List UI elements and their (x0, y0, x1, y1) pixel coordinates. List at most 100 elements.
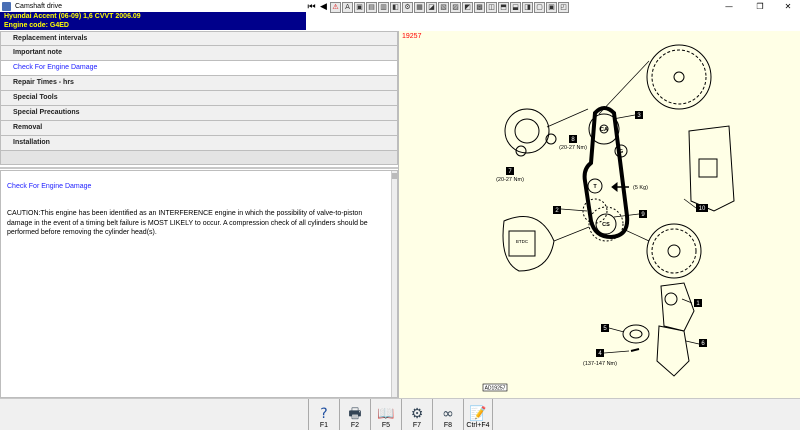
cam-detail-leader (598, 60, 650, 115)
pulley-detail-inner (514, 118, 540, 144)
tool-13-icon[interactable]: ⬒ (498, 1, 509, 13)
tool-7-icon[interactable]: ◪ (426, 1, 437, 13)
diagram-code: AD19257 (485, 386, 506, 392)
tool-16-icon[interactable]: ▢ (534, 1, 545, 13)
block-window (698, 158, 718, 178)
tension-label: (5 Kg) (633, 185, 648, 191)
crank-gear-hub (667, 244, 681, 258)
belt-key-label: F8 (443, 422, 453, 429)
help-key-label: F1 (319, 422, 329, 429)
pane-divider[interactable] (0, 167, 398, 169)
pulley-leader (546, 108, 589, 128)
tool-11-icon[interactable]: ▩ (474, 1, 485, 13)
tool-3-icon[interactable]: ▥ (378, 1, 389, 13)
tool-4-icon[interactable]: ◧ (390, 1, 401, 13)
app-icon (2, 1, 11, 11)
torque-label-4: (137-147 Nm) (583, 361, 617, 367)
notes-key-label: Ctrl+F4 (466, 422, 490, 429)
crank-gear-teeth (651, 228, 697, 274)
tool-6-icon[interactable]: ▦ (414, 1, 425, 13)
tool-14-icon[interactable]: ⬓ (510, 1, 521, 13)
timing-belt-diagram: 3 2 8 7 9 10 1 5 6 4 CA T G CS (20-27 Nm… (482, 44, 735, 392)
gear-icon: ⚙ (410, 406, 424, 422)
crank-gear-detail (646, 223, 702, 279)
print-key-label: F2 (350, 422, 360, 429)
cam-gear-teeth (651, 49, 707, 105)
leader-2 (560, 208, 588, 212)
first-page-icon[interactable]: ⏮ (306, 2, 317, 13)
tool-2-icon[interactable]: ▤ (366, 1, 377, 13)
callout-10: 10 (699, 206, 706, 212)
close-button[interactable]: ✕ (776, 0, 800, 12)
prev-page-icon[interactable]: ◀ (318, 2, 329, 13)
printer-icon: 🖶 (348, 406, 362, 422)
menu-item-special-precautions[interactable]: Special Precautions (0, 106, 398, 121)
menu-item-check-engine-damage[interactable]: Check For Engine Damage (0, 61, 398, 76)
tool-5-icon[interactable]: ⚙ (402, 1, 413, 13)
restore-button[interactable]: ❐ (748, 0, 772, 12)
menu-item-special-tools[interactable]: Special Tools (0, 91, 398, 106)
function-bar: ? F1 🖶 F2 📖 F5 ⚙ F7 ∞ F8 📝 Ctrl+F4 (0, 398, 800, 430)
tool-8-icon[interactable]: ▧ (438, 1, 449, 13)
book-key[interactable]: 📖 F5 (370, 399, 401, 430)
crank-leader (553, 226, 590, 242)
tool-10-icon[interactable]: ◩ (462, 1, 473, 13)
warning-icon[interactable]: ⚠ (330, 1, 341, 13)
tool-12-icon[interactable]: ◫ (486, 1, 497, 13)
crank-pulley-5-bore (629, 329, 643, 339)
content-heading: Check For Engine Damage (7, 183, 92, 190)
help-icon: ? (320, 406, 328, 422)
tool-15-icon[interactable]: ◨ (522, 1, 533, 13)
help-key[interactable]: ? F1 (308, 399, 339, 430)
crank-gear-leader (622, 228, 650, 242)
menu-item-installation[interactable]: Installation (0, 136, 398, 151)
crank-pulley-5 (622, 324, 650, 344)
scrollbar-thumb[interactable] (392, 173, 397, 179)
content-pane: Check For Engine Damage CAUTION:This eng… (0, 170, 398, 398)
engine-block-detail (688, 125, 735, 212)
torque-label-7: (20-27 Nm) (496, 177, 524, 183)
belt-key[interactable]: ∞ F8 (432, 399, 463, 430)
tension-arrow-head (611, 181, 618, 193)
crank-mark-detail (502, 216, 555, 272)
window-title: Camshaft drive (15, 2, 63, 10)
minimize-button[interactable]: — (717, 0, 741, 12)
content-scrollbar[interactable] (391, 171, 397, 397)
notes-icon: 📝 (469, 406, 487, 422)
vehicle-model: Hyundai Accent (06-09) 1,6 CVVT 2006.09 (4, 13, 141, 20)
menu-spacer (0, 151, 398, 165)
leader-4 (603, 350, 630, 354)
tool-18-icon[interactable]: ◰ (558, 1, 569, 13)
engine-code: Engine code: G4ED (4, 22, 69, 29)
gear-key[interactable]: ⚙ F7 (401, 399, 432, 430)
cover-6 (656, 325, 690, 377)
toolbar: ⏮ ◀ ⚠ A ▣ ▤ ▥ ◧ ⚙ ▦ ◪ ▧ ▨ ◩ ▩ ◫ ⬒ ⬓ ◨ ▢ … (306, 0, 570, 14)
section-menu: Replacement intervals Important note Che… (0, 31, 398, 165)
tool-1-icon[interactable]: ▣ (354, 1, 365, 13)
cam-gear-hub (673, 71, 685, 83)
leader-6 (685, 340, 700, 345)
menu-item-important-note[interactable]: Important note (0, 46, 398, 61)
leader-10 (683, 198, 697, 209)
vehicle-header: Hyundai Accent (06-09) 1,6 CVVT 2006.09 … (0, 12, 306, 30)
caution-text: CAUTION:This engine has been identified … (7, 210, 368, 236)
menu-item-replacement-intervals[interactable]: Replacement intervals (0, 31, 398, 46)
print-key[interactable]: 🖶 F2 (339, 399, 370, 430)
info-icon[interactable]: A (342, 1, 353, 13)
pulley-detail (504, 108, 550, 154)
notes-key[interactable]: 📝 Ctrl+F4 (463, 399, 493, 430)
book-icon: 📖 (377, 406, 395, 422)
tensioner-bracket-hole (664, 292, 678, 306)
tensioner-bracket-1 (660, 282, 695, 332)
bolt-4 (630, 348, 640, 352)
label-ca: CA (600, 127, 608, 133)
belt-icon: ∞ (442, 406, 454, 422)
tool-17-icon[interactable]: ▣ (546, 1, 557, 13)
tool-9-icon[interactable]: ▨ (450, 1, 461, 13)
menu-item-repair-times[interactable]: Repair Times - hrs (0, 76, 398, 91)
label-cs: CS (602, 222, 610, 228)
cam-gear-detail (646, 44, 712, 110)
menu-item-removal[interactable]: Removal (0, 121, 398, 136)
label-btdc: BTDC (516, 239, 529, 244)
label-g: G (619, 149, 623, 155)
